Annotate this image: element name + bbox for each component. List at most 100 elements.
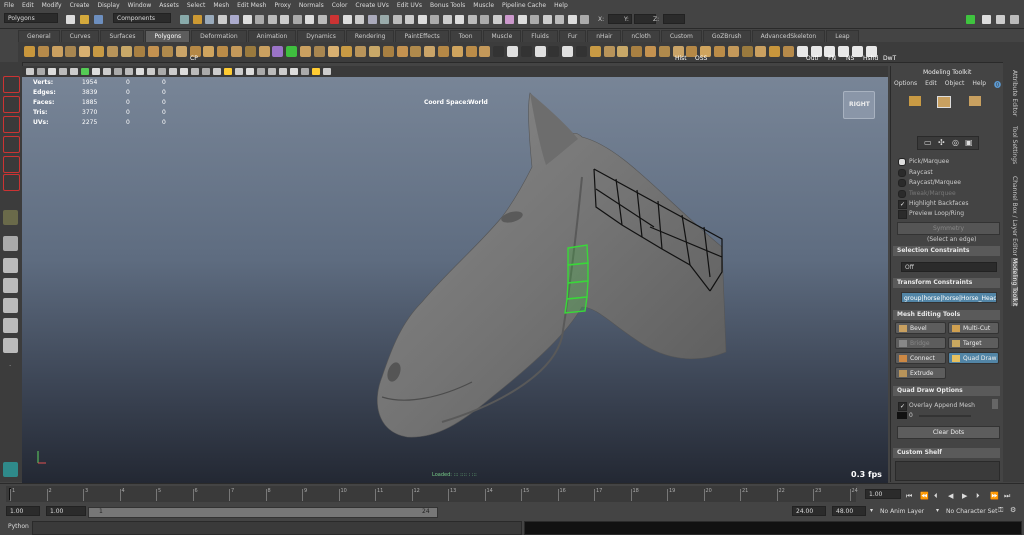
clear-dots-button[interactable]: Clear Dots [897, 426, 1000, 439]
status-tool-icon[interactable] [417, 15, 427, 24]
status-tool-icon[interactable] [480, 15, 489, 24]
shelf-tool-icon[interactable] [51, 46, 63, 57]
shelf-tool-icon[interactable] [272, 46, 284, 57]
viewport-tool-icon[interactable] [103, 68, 111, 75]
shelf-tool-icon[interactable] [424, 46, 436, 57]
vertex-mode-icon[interactable] [909, 96, 921, 106]
viewport-tool-icon[interactable] [81, 68, 89, 75]
shelf-tab-fur[interactable]: Fur [558, 30, 587, 42]
selection-constraints-header[interactable]: Selection Constraints [893, 246, 1000, 256]
move-icon[interactable]: ✣ [938, 138, 945, 147]
shelf-tool-icon[interactable] [769, 46, 781, 57]
paint-select-tool-icon[interactable] [3, 116, 20, 133]
viewport-tool-icon[interactable] [290, 68, 298, 75]
shelf-tool-icon[interactable] [134, 46, 146, 57]
range-slider[interactable]: 1 24 [88, 507, 438, 518]
shelf-tab-advancedskeleton[interactable]: AdvancedSkeleton [751, 30, 826, 42]
menu-color[interactable]: Color [328, 2, 352, 9]
viewport-tool-icon[interactable] [312, 68, 320, 75]
shelf-tool-icon[interactable] [300, 46, 311, 57]
tool-settings-toggle-icon[interactable] [996, 15, 1005, 24]
shelf-tool-icon[interactable] [589, 46, 601, 57]
play-forwards-button[interactable]: ▶ [962, 492, 967, 500]
two-pane-layout-icon[interactable] [3, 278, 18, 293]
shelf-tool-icon[interactable] [65, 46, 77, 57]
shelf-tool-icon[interactable] [438, 46, 449, 57]
status-tool-icon[interactable] [455, 15, 464, 24]
shelf-tab-leap[interactable]: Leap [826, 30, 859, 42]
shelf-tool-icon[interactable] [520, 46, 532, 57]
transform-constraints-header[interactable]: Transform Constraints [893, 278, 1000, 288]
shelf-tab-nhair[interactable]: nHair [587, 30, 622, 42]
viewport-tool-icon[interactable] [169, 68, 177, 75]
tool-connect-button[interactable]: Connect [895, 352, 946, 364]
anim-layer-label[interactable]: No Anim Layer [880, 508, 924, 515]
viewport-tool-icon[interactable] [213, 68, 221, 75]
vtab-channel-box-layer-editor[interactable]: Channel Box / Layer Editor [1011, 176, 1018, 256]
shelf-tool-icon[interactable] [286, 46, 298, 57]
shelf-tool-icon[interactable] [106, 46, 118, 57]
anim-layer-icon[interactable]: ▾ [870, 507, 873, 514]
pick-option-radio[interactable] [898, 158, 906, 166]
status-tool-icon[interactable] [367, 15, 377, 24]
shelf-tool-icon[interactable] [244, 46, 256, 57]
shelf-tool-icon[interactable] [783, 46, 794, 57]
attribute-editor-toggle-icon[interactable] [982, 15, 991, 24]
overlay-append-checkbox[interactable]: ✓ [898, 402, 907, 411]
shelf-tool-icon[interactable] [313, 46, 325, 57]
modeling-toolkit-toggle-icon[interactable] [966, 15, 975, 24]
open-scene-icon[interactable] [80, 15, 89, 24]
menu-select[interactable]: Select [183, 2, 210, 9]
command-language[interactable]: Python [8, 523, 29, 530]
viewport-tool-icon[interactable] [224, 68, 232, 75]
shelf-tab-deformation[interactable]: Deformation [191, 30, 247, 42]
tool-bridge-button[interactable]: Bridge [895, 337, 946, 349]
viewport-tool-icon[interactable] [92, 68, 100, 75]
shelf-tab-fluids[interactable]: Fluids [522, 30, 558, 42]
playback-start-field[interactable]: 1.00 [46, 506, 86, 516]
shelf-tool-icon[interactable] [258, 46, 270, 57]
shelf-tool-icon[interactable] [617, 46, 629, 57]
menu-display[interactable]: Display [94, 2, 124, 9]
shelf-tab-rendering[interactable]: Rendering [345, 30, 395, 42]
play-backwards-button[interactable]: ◀ [948, 492, 953, 500]
status-tool-icon[interactable] [305, 15, 314, 24]
status-tool-icon[interactable] [567, 15, 577, 24]
toolbox-more-icon[interactable]: · [9, 362, 11, 370]
menu-edit[interactable]: Edit [18, 2, 38, 9]
symmetry-button[interactable]: Symmetry [897, 222, 1000, 235]
shelf-tab-toon[interactable]: Toon [449, 30, 482, 42]
select-tool-icon[interactable] [3, 76, 20, 93]
pick-option-radio[interactable] [898, 168, 906, 177]
time-slider[interactable]: 1 2 3 4 5 6 7 8 9 10 11 12 13 14 15 16 17 18 19 20 21 22 23 24 … [0, 483, 1024, 504]
menu-create-uvs[interactable]: Create UVs [351, 2, 392, 9]
character-set-label[interactable]: No Character Set [946, 508, 997, 515]
step-forward-frame-button[interactable]: ⏵ [976, 492, 980, 501]
shelf-tool-icon[interactable] [382, 46, 394, 57]
object-name-field[interactable]: group|horse|horse|Horse_Head [901, 292, 997, 303]
shelf-tab-polygons[interactable]: Polygons [145, 30, 191, 42]
status-tool-icon[interactable] [230, 15, 239, 24]
toolkit-menu-object[interactable]: Object [945, 80, 965, 90]
menu-create[interactable]: Create [66, 2, 94, 9]
viewport-tool-icon[interactable] [125, 68, 133, 75]
status-tool-icon[interactable] [555, 15, 564, 24]
vtab-modeling-toolkit[interactable]: Modeling Toolkit [1011, 258, 1018, 307]
status-tool-icon[interactable] [492, 15, 502, 24]
highlight-backfaces-checkbox[interactable]: ✓ [898, 200, 907, 209]
shelf-tool-icon[interactable] [369, 46, 380, 57]
shelf-tool-icon[interactable] [727, 46, 739, 57]
status-tool-icon[interactable] [517, 15, 527, 24]
shelf-tool-icon[interactable] [231, 46, 242, 57]
tool-multi-cut-button[interactable]: Multi-Cut [948, 322, 999, 334]
status-tool-icon[interactable] [405, 15, 414, 24]
shelf-tool-icon[interactable] [741, 46, 753, 57]
go-to-end-button[interactable]: ⏭ [1004, 492, 1010, 501]
viewport-3d[interactable]: Verts: 1954 0 0 Edges: 3839 0 0 Faces: 1885 0 0 Tris… [22, 77, 888, 483]
viewport-tool-icon[interactable] [37, 68, 45, 75]
status-tool-icon[interactable] [355, 15, 364, 24]
shelf-tool-icon[interactable] [162, 46, 173, 57]
status-tool-icon[interactable] [442, 15, 452, 24]
viewport-tool-icon[interactable] [246, 68, 254, 75]
auto-key-icon[interactable]: ⚿ [998, 506, 1003, 515]
